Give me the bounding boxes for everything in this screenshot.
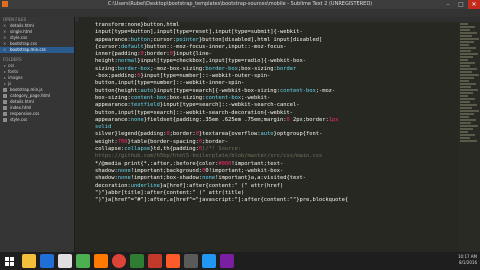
folder-tree: ▸ css ▸ fonts ▸ images ▸ js	[0, 63, 74, 87]
file-icon	[3, 100, 7, 104]
file-label: style.css	[10, 117, 28, 122]
open-files-list: × details.html × single.html × style.css × boot…	[0, 23, 74, 53]
file-label: responsive.css	[10, 111, 40, 116]
chevron-right-icon: ▸	[4, 75, 7, 80]
code-line: button,input[type=search]::-webkit-searc…	[95, 109, 293, 116]
app-icon-2[interactable]	[220, 254, 234, 268]
file-explorer-icon[interactable]	[22, 254, 36, 268]
internet-explorer-icon[interactable]	[40, 254, 54, 268]
chrome-icon[interactable]	[112, 254, 126, 268]
folder-label: images	[8, 75, 23, 80]
open-file-item[interactable]: × bootstrap.min.css	[0, 47, 74, 53]
code-line: collapse:collapse}td,th{padding:0}/*! So…	[95, 146, 242, 153]
code-line: inner{padding:0;border:0}input{line-	[95, 51, 212, 58]
file-label: details.html	[10, 99, 34, 104]
code-line: transform:none}button,html	[95, 22, 180, 28]
line-gutter	[75, 22, 91, 252]
minimap[interactable]	[458, 22, 480, 252]
folder-label: fonts	[8, 69, 19, 74]
code-line: decoration:underline}a[href]:after{conte…	[95, 182, 284, 189]
code-line: input[type=button],input[type=reset],inp…	[95, 29, 303, 36]
code-line: box-sizing:content-box;box-sizing:conten…	[95, 94, 271, 101]
menu-bar: File Edit View Navigate Tools Project Pr…	[0, 9, 480, 26]
code-line: appearance:button;cursor:pointer}button[…	[95, 36, 323, 43]
file-icon	[3, 106, 7, 110]
code-line: weight:700}table{border-spacing:0;border…	[95, 138, 229, 145]
excel-icon[interactable]	[130, 254, 144, 268]
taskbar: 10:17 AM 8/1/2016	[0, 252, 480, 270]
word-icon[interactable]	[202, 254, 216, 268]
file-icon	[3, 118, 7, 122]
windows-start-icon[interactable]	[2, 254, 16, 268]
folder-label: js	[8, 81, 12, 86]
tray-date: 8/1/2016	[459, 260, 477, 265]
code-line: appearance:textfield}input[type=search]:…	[95, 102, 300, 109]
open-file-label: details.html	[10, 23, 34, 28]
close-file-icon[interactable]: ×	[3, 47, 6, 53]
chevron-right-icon: ▸	[4, 69, 7, 74]
file-list: bootstrap.min.js category_page.html detail…	[0, 87, 74, 123]
open-file-label: bootstrap.css	[10, 41, 37, 46]
firefox-icon[interactable]	[94, 254, 108, 268]
powerpoint-icon[interactable]	[148, 254, 162, 268]
close-button[interactable]: ✕	[468, 0, 480, 9]
file-icon	[3, 88, 7, 92]
code-line: height:normal}input[type=checkbox],input…	[95, 58, 306, 65]
code-content[interactable]: transform:none}button,html input[type=but…	[95, 22, 455, 252]
open-file-label: bootstrap.min.css	[10, 47, 46, 52]
file-icon	[3, 112, 7, 116]
file-icon	[3, 94, 7, 98]
code-line: button{height:auto}input[type=search]{-w…	[95, 87, 336, 94]
media-player-icon[interactable]	[76, 254, 90, 268]
file-label: bootstrap.min.js	[10, 87, 43, 92]
file-item[interactable]: style.css	[0, 117, 74, 123]
code-line: silver}legend{padding:0;border:0}textare…	[95, 131, 323, 138]
code-line: -box;padding:0}input[type=number]::-webk…	[95, 73, 271, 80]
code-editor[interactable]: transform:none}button,html input[type=but…	[75, 22, 480, 252]
chevron-right-icon: ▸	[4, 63, 7, 68]
sublime-text-taskbar-icon[interactable]	[166, 254, 180, 268]
maximize-button[interactable]: □	[455, 0, 467, 9]
sidebar: OPEN FILES × details.html × single.html × sty…	[0, 17, 75, 252]
code-line: {cursor:default}button::-moz-focus-inner…	[95, 43, 287, 50]
window-title: C:\Users\Rubel\Desktop\bootstrap_templat…	[107, 1, 373, 7]
open-file-label: single.html	[10, 29, 33, 34]
folder-label: css	[8, 63, 15, 68]
code-line: button,input[type=number]::-webkit-inner…	[95, 80, 245, 87]
code-line: shadow:none!important;box-shadow:none!im…	[95, 175, 306, 182]
code-line: solid	[95, 124, 112, 131]
code-line: ")"}abbr[title]:after{content:" (" attr(…	[95, 189, 245, 196]
system-tray[interactable]: 10:17 AM 8/1/2016	[458, 254, 477, 266]
file-label: category_page.html	[10, 93, 51, 98]
app-icon[interactable]	[184, 254, 198, 268]
title-bar: C:\Users\Rubel\Desktop\bootstrap_templat…	[0, 0, 480, 9]
code-line: ")"}a[href^="#"]:after,a[href^="javascri…	[95, 197, 349, 204]
minimize-button[interactable]: –	[442, 0, 454, 9]
code-line: */@media print{*,:after,:before{color:#0…	[95, 160, 284, 167]
chevron-right-icon: ▸	[4, 81, 7, 86]
code-line: appearance:none}fieldset{padding:.35em .…	[95, 116, 339, 123]
file-label: index.html	[10, 105, 32, 110]
store-icon[interactable]	[58, 254, 72, 268]
open-file-label: style.css	[10, 35, 28, 40]
code-line: shadow:none!important;background:00!impo…	[95, 167, 284, 174]
code-line: https://github.com/h5bp/html5-boilerplat…	[95, 153, 323, 160]
code-line: sizing:border-box;-moz-box-sizing:border…	[95, 65, 297, 72]
